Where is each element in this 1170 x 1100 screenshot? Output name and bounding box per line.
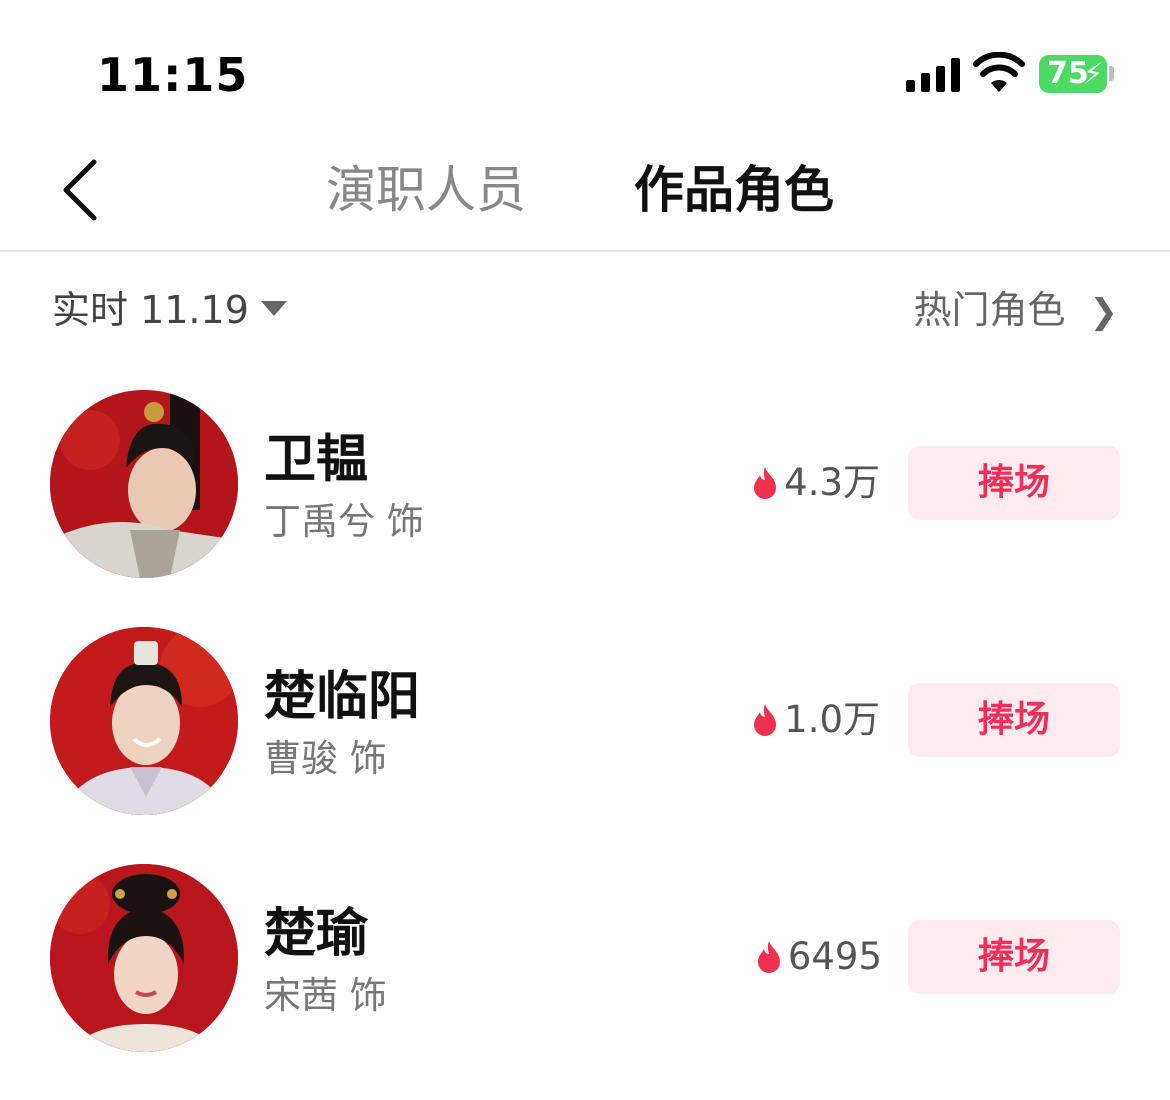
actor-name: 丁禹兮 饰: [264, 500, 424, 543]
caret-down-icon: [260, 301, 287, 316]
chevron-left-icon: [63, 159, 97, 221]
status-bar: 11:15 75 ⚡: [0, 0, 1170, 130]
date-filter-dropdown[interactable]: 实时 11.19: [52, 286, 287, 334]
list-item[interactable]: 卫韫 丁禹兮 饰 4.3万 捧场: [0, 390, 1170, 626]
heat-count: 4.3万: [750, 458, 880, 508]
top-nav: 演职人员 作品角色: [0, 130, 1170, 252]
list-item[interactable]: 楚瑜 宋茜 饰 6495 捧场: [0, 864, 1170, 1100]
tab-roles[interactable]: 作品角色: [634, 158, 834, 222]
support-button[interactable]: 捧场: [908, 920, 1120, 994]
battery-cap: [1109, 66, 1114, 81]
filter-row: 实时 11.19 热门角色 ❯: [0, 252, 1170, 362]
flame-icon: [754, 467, 777, 499]
avatar[interactable]: [50, 627, 238, 815]
actor-name: 曹骏 饰: [264, 737, 387, 780]
hot-roles-label: 热门角色: [913, 288, 1066, 332]
heat-value: 4.3万: [784, 461, 880, 504]
list-item[interactable]: 楚临阳 曹骏 饰 1.0万 捧场: [0, 627, 1170, 863]
hot-roles-link[interactable]: 热门角色 ❯: [913, 286, 1118, 336]
role-name: 楚临阳: [264, 667, 421, 727]
heat-count: 1.0万: [750, 695, 880, 745]
heat-count: 6495: [754, 932, 882, 982]
role-name: 楚瑜: [264, 904, 369, 964]
heat-value: 1.0万: [784, 698, 880, 741]
support-button[interactable]: 捧场: [908, 446, 1120, 520]
avatar[interactable]: [50, 390, 238, 578]
chevron-right-icon: ❯: [1089, 292, 1119, 332]
flame-icon: [754, 704, 777, 736]
role-name: 卫韫: [264, 430, 369, 490]
signal-icon: [906, 58, 960, 92]
bolt-icon: ⚡: [1083, 57, 1103, 90]
heat-value: 6495: [787, 935, 882, 978]
back-button[interactable]: [58, 158, 102, 222]
flame-icon: [757, 941, 780, 973]
wifi-icon: [973, 52, 1025, 92]
actor-name: 宋茜 饰: [264, 974, 387, 1017]
date-filter-label: 实时 11.19: [52, 288, 249, 332]
battery-charging-icon: 75 ⚡: [1039, 55, 1107, 93]
tab-cast[interactable]: 演职人员: [326, 158, 526, 222]
support-button[interactable]: 捧场: [908, 683, 1120, 757]
avatar[interactable]: [50, 864, 238, 1052]
status-time: 11:15: [97, 48, 249, 102]
